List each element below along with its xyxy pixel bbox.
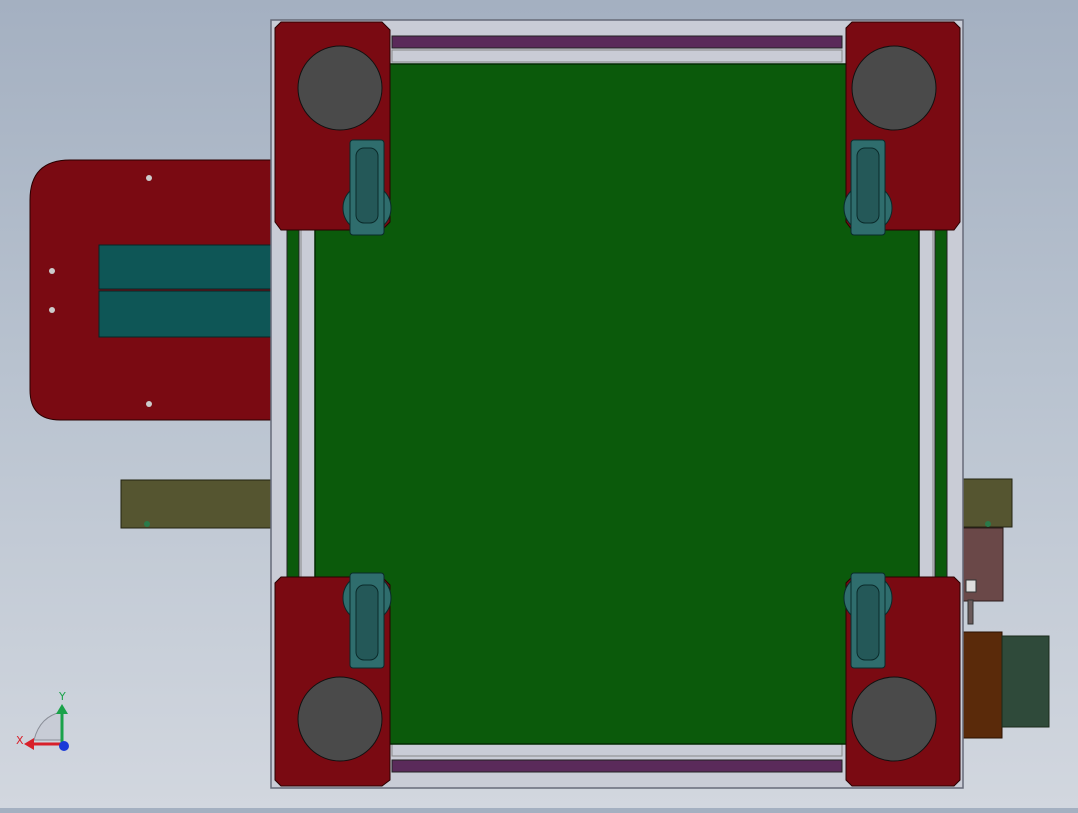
wheel-icon xyxy=(851,676,937,762)
left-bar[interactable] xyxy=(120,479,273,529)
wheel-icon xyxy=(297,45,383,131)
right-gearbox[interactable] xyxy=(961,631,1050,739)
right-motor-block[interactable] xyxy=(961,527,1004,625)
cad-viewport[interactable]: Y X xyxy=(0,0,1078,808)
caster-bottom-right[interactable] xyxy=(843,572,893,669)
right-side-rail[interactable] xyxy=(918,229,948,578)
green-deck[interactable] xyxy=(314,63,920,745)
caster-top-right[interactable] xyxy=(843,139,893,236)
wheel-icon xyxy=(851,45,937,131)
z-axis-icon xyxy=(59,741,69,751)
caster-bottom-left[interactable] xyxy=(342,572,392,669)
orientation-triad[interactable]: Y X xyxy=(16,690,69,751)
caster-top-left[interactable] xyxy=(342,139,392,236)
right-bar[interactable] xyxy=(961,478,1013,528)
x-axis-label: X xyxy=(16,734,24,747)
left-side-plate[interactable] xyxy=(29,159,273,421)
wheel-icon xyxy=(297,676,383,762)
cad-model-canvas[interactable]: Y X xyxy=(0,0,1078,808)
left-side-rail[interactable] xyxy=(286,229,316,578)
slot-panel[interactable] xyxy=(98,244,273,338)
y-axis-label: Y xyxy=(58,690,66,703)
